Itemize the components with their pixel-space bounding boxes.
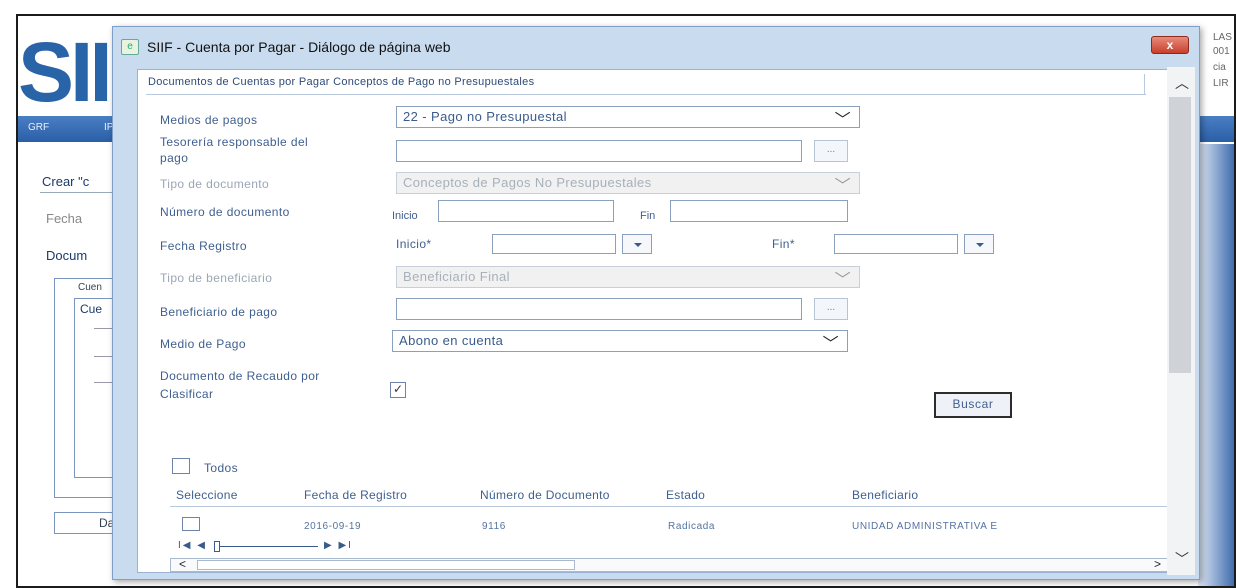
doc-recaudo-label-cont: Clasificar [160,387,214,401]
divider [170,506,1188,507]
row-beneficiario: UNIDAD ADMINISTRATIVA E [852,521,998,532]
table-header-fecha: Fecha de Registro [304,488,408,502]
fin-label: Fin [640,210,656,222]
table-header-seleccione: Seleccione [176,488,238,502]
vertical-scrollbar[interactable]: ︿ ﹀ [1167,67,1195,575]
panel-title: Documentos de Cuentas por Pagar Concepto… [148,76,535,88]
beneficiario-pago-input[interactable] [396,298,802,320]
tipo-documento-select: Conceptos de Pagos No Presupuestales ﹀ [396,172,860,195]
beneficiario-pago-label: Beneficiario de pago [160,305,278,319]
chevron-down-icon: ﹀ [834,178,851,195]
dialog-content: Documentos de Cuentas por Pagar Concepto… [137,69,1189,573]
table-header-numero: Número de Documento [480,488,610,502]
beneficiario-lookup-button[interactable]: ... [814,298,848,320]
fecha-inicio-label: Inicio* [396,237,432,251]
tesoreria-label-cont: pago [160,151,189,165]
dialog-title: SIIF - Cuenta por Pagar - Diálogo de pág… [147,39,451,55]
pager-prev-controls[interactable]: I◀ ◀ [178,540,207,551]
table-header-estado: Estado [666,488,706,502]
vertical-scroll-thumb[interactable] [1169,97,1191,373]
row-fecha: 2016-09-19 [304,521,362,532]
tesoreria-label: Tesorería responsable del [160,135,309,149]
inicio-label: Inicio [392,210,418,222]
tesoreria-input[interactable] [396,140,802,162]
tipo-documento-label: Tipo de documento [160,177,270,191]
scroll-right-icon[interactable]: > [1154,557,1161,571]
bg-right-fragment: 001 [1213,46,1230,57]
chevron-down-icon: ﹀ [834,112,851,129]
numero-fin-input[interactable] [670,200,848,222]
bg-right-fragment: cia [1213,62,1226,73]
tipo-beneficiario-value: Beneficiario Final [403,269,510,284]
bg-docum-label: Docum [46,248,88,263]
scroll-up-icon[interactable]: ︿ [1175,73,1189,93]
horizontal-scrollbar[interactable]: < > [170,557,1174,572]
chevron-down-icon: ﹀ [822,336,839,353]
medios-pagos-select[interactable]: 22 - Pago no Presupuestal ﹀ [396,106,860,129]
pager-track[interactable] [214,546,318,547]
pager-next-controls[interactable]: ▶ ▶I [324,540,353,551]
medios-pagos-value: 22 - Pago no Presupuestal [403,109,567,124]
bg-nav-item[interactable]: GRF [28,122,49,133]
fecha-fin-input[interactable] [834,234,958,254]
tipo-documento-value: Conceptos de Pagos No Presupuestales [403,175,652,190]
dialog-titlebar[interactable]: e SIIF - Cuenta por Pagar - Diálogo de p… [113,27,1199,67]
divider [1144,74,1145,95]
bg-crear-heading: Crear "c [42,174,90,189]
divider [146,94,1146,95]
tipo-beneficiario-select: Beneficiario Final ﹀ [396,266,860,289]
row-estado: Radicada [668,521,716,532]
medio-pago-select[interactable]: Abono en cuenta ﹀ [392,330,848,353]
scroll-down-icon[interactable]: ﹀ [1175,549,1189,569]
tipo-beneficiario-label: Tipo de beneficiario [160,271,273,285]
table-header-beneficiario: Beneficiario [852,488,919,502]
medio-pago-label: Medio de Pago [160,337,246,351]
doc-recaudo-label: Documento de Recaudo por [160,369,320,383]
scroll-left-icon[interactable]: < [179,557,186,571]
dialog-window: e SIIF - Cuenta por Pagar - Diálogo de p… [112,26,1200,580]
fecha-registro-label: Fecha Registro [160,239,247,253]
numero-documento-label: Número de documento [160,205,290,219]
doc-recaudo-checkbox[interactable]: ✓ [390,382,406,398]
fecha-fin-label: Fin* [772,237,795,251]
horizontal-scroll-thumb[interactable] [197,560,575,570]
numero-inicio-input[interactable] [438,200,614,222]
fecha-inicio-input[interactable] [492,234,616,254]
tesoreria-lookup-button[interactable]: ... [814,140,848,162]
fecha-inicio-picker-button[interactable] [622,234,652,254]
row-select-checkbox[interactable] [182,517,200,531]
medio-pago-value: Abono en cuenta [399,333,504,348]
todos-checkbox[interactable] [172,458,190,474]
dropdown-arrow-icon [634,243,642,247]
bg-right-fragment: LAS [1213,32,1232,43]
medios-pagos-label: Medios de pagos [160,113,258,127]
row-numero: 9116 [482,521,506,532]
fecha-fin-picker-button[interactable] [964,234,994,254]
bg-fecha-label: Fecha [46,211,83,226]
bg-side-panel [1198,144,1234,586]
buscar-button[interactable]: Buscar [934,392,1012,418]
close-button[interactable]: x [1151,36,1189,54]
bg-tab[interactable]: Cuen [78,282,102,293]
bg-inner-tab[interactable]: Cue [80,302,102,316]
dropdown-arrow-icon [976,243,984,247]
pager-thumb[interactable] [214,541,220,552]
todos-label: Todos [204,461,239,475]
page-icon: e [121,39,139,55]
chevron-down-icon: ﹀ [834,272,851,289]
bg-right-fragment: LIR [1213,78,1229,89]
